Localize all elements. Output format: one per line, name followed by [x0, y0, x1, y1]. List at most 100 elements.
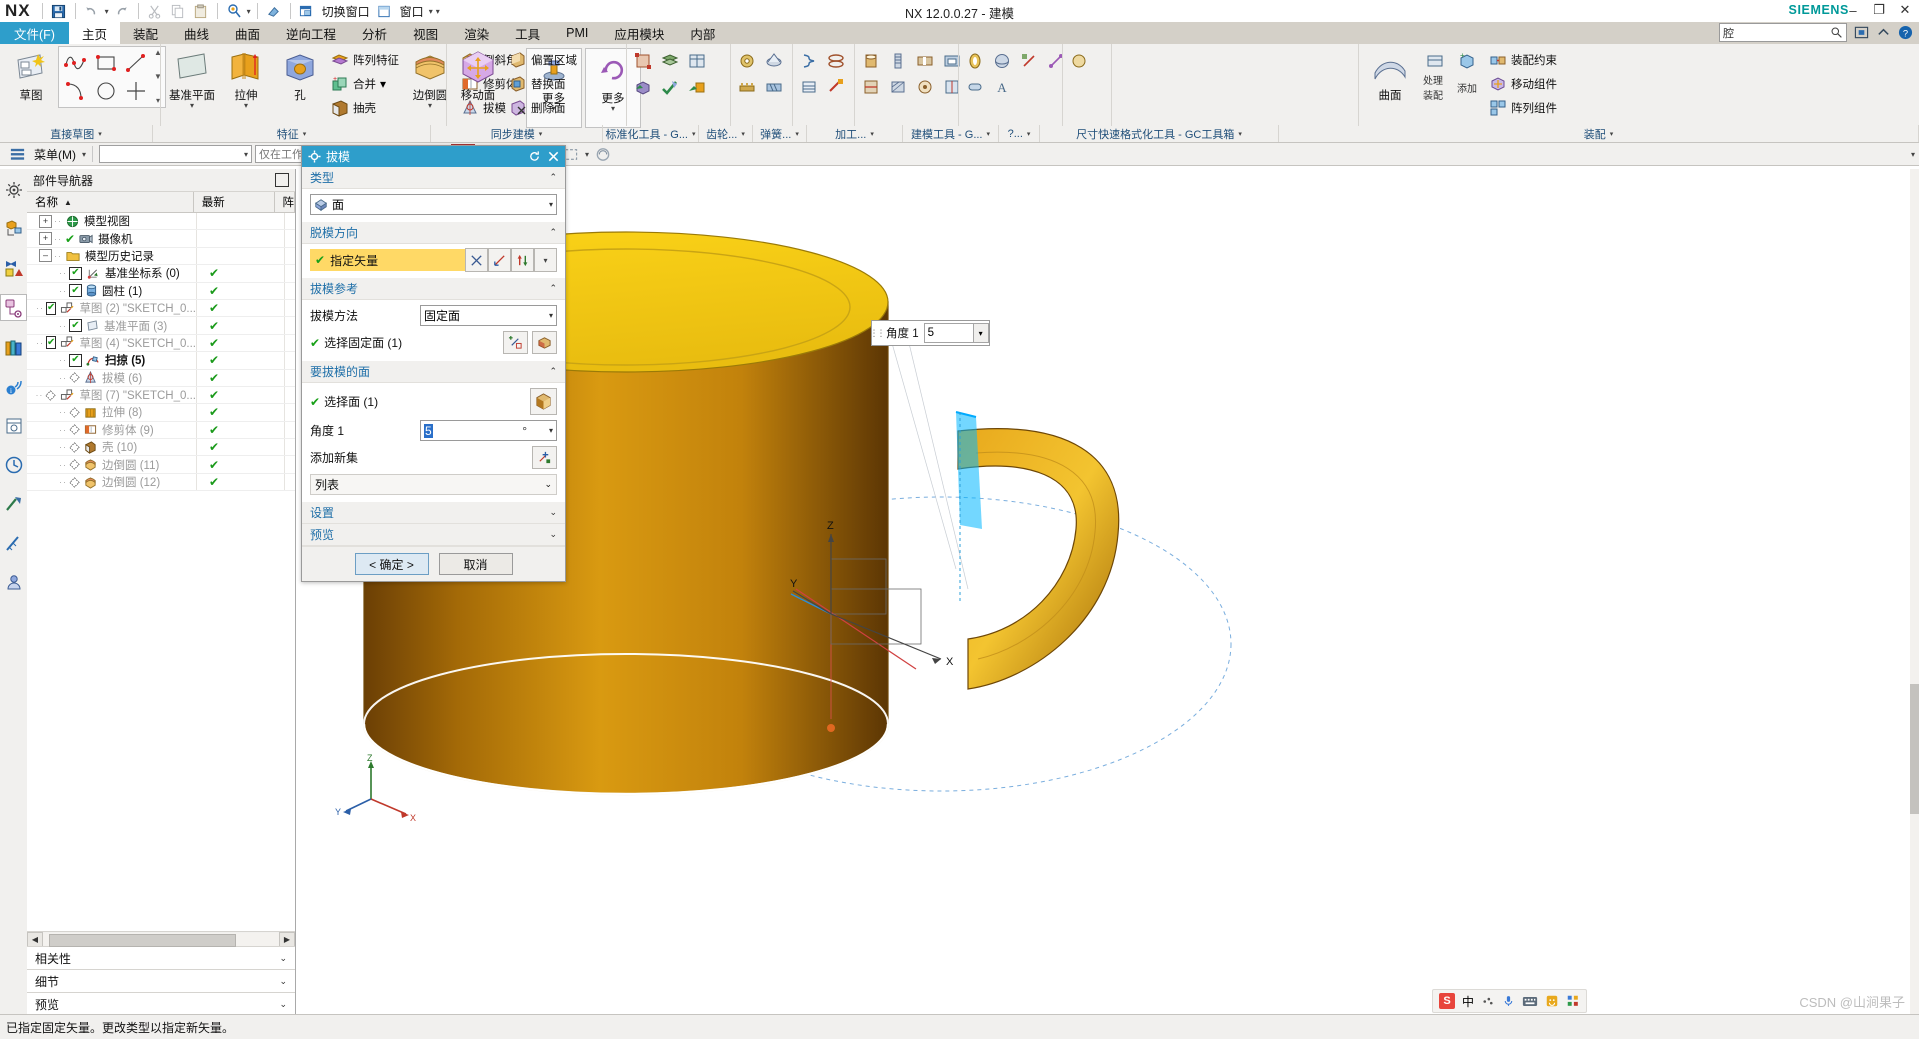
tree-item-name-cell[interactable]: + ·· 模型视图 — [27, 213, 197, 230]
machining-hole-icon[interactable] — [859, 49, 883, 73]
feature-checkbox[interactable] — [69, 353, 82, 367]
hscroll-track[interactable] — [43, 932, 279, 947]
unite-button[interactable]: + 合并 ▾ — [327, 72, 403, 96]
caption-dropdown-icon[interactable]: ▾ — [1238, 130, 1242, 138]
ok-button[interactable]: < 确定 > — [354, 553, 429, 575]
table-row[interactable]: ·· 草图 (2) "SKETCH_0...✔ — [27, 299, 295, 318]
callout-grip-icon[interactable]: ⋮⋮ — [870, 322, 886, 344]
collapse-icon[interactable]: – — [39, 249, 52, 263]
sidebar-item-hd3d[interactable]: i — [1, 374, 26, 399]
misc-tool-icon[interactable] — [1067, 49, 1091, 73]
sidebar-item-role[interactable] — [1, 177, 26, 202]
tab-reverse-engineering[interactable]: 逆向工程 — [273, 22, 349, 44]
section-dependencies[interactable]: 相关性 ⌄ — [27, 946, 295, 969]
marquee-dropdown-icon[interactable]: ▾ — [585, 150, 589, 159]
ime-tools-icon[interactable] — [1481, 995, 1495, 1008]
tab-surface[interactable]: 曲面 — [222, 22, 273, 44]
circle-tool[interactable] — [91, 77, 121, 105]
sidebar-item-history[interactable] — [1, 452, 26, 477]
modeling-sphere-icon[interactable] — [990, 49, 1014, 73]
ime-toolbar[interactable]: S 中 — [1431, 989, 1587, 1013]
face-select-button[interactable] — [532, 331, 557, 354]
part-navigator-hscrollbar[interactable]: ◀ ▶ — [27, 931, 295, 947]
ime-mode-label[interactable]: 中 — [1462, 993, 1474, 1010]
tree-item-name-cell[interactable]: ·· 基准平面 (3) — [27, 317, 197, 334]
caption-dropdown-icon[interactable]: ▾ — [1027, 130, 1031, 138]
tree-item-name-cell[interactable]: ·· 拉伸 (8) — [27, 404, 197, 421]
table-row[interactable]: + ·· 模型视图 — [27, 213, 295, 231]
machining-relief-icon[interactable] — [859, 75, 883, 99]
section-type-header[interactable]: 类型 ⌃ — [302, 167, 565, 189]
vector-constructor-button[interactable] — [465, 248, 488, 272]
spring-disc-icon[interactable] — [824, 49, 848, 73]
gear-bevel-icon[interactable] — [762, 49, 786, 73]
section-settings-header[interactable]: 设置 ⌄ — [302, 502, 565, 524]
tab-assembly[interactable]: 装配 — [120, 22, 171, 44]
specify-vector-field[interactable]: ✔ 指定矢量 — [310, 249, 465, 271]
gc-check-icon[interactable] — [658, 75, 682, 99]
pattern-component-button[interactable]: 阵列组件 — [1485, 96, 1561, 120]
surface-button[interactable]: 曲面 — [1363, 46, 1417, 105]
feature-checkbox[interactable] — [69, 266, 82, 280]
gear-rack-icon[interactable] — [735, 75, 759, 99]
tab-pmi[interactable]: PMI — [553, 22, 601, 44]
caption-dropdown-icon[interactable]: ▾ — [870, 130, 874, 138]
table-row[interactable]: + ·· ✔ 摄像机 — [27, 230, 295, 248]
add-new-set-button[interactable] — [532, 446, 557, 469]
restore-button[interactable]: ❐ — [1871, 2, 1887, 18]
viewport-vscrollbar[interactable] — [1910, 169, 1919, 1015]
gear-cylindrical-icon[interactable] — [735, 49, 759, 73]
feature-suppress-diamond[interactable] — [69, 372, 80, 383]
close-icon[interactable] — [546, 150, 560, 164]
gc-layer-icon[interactable] — [658, 49, 682, 73]
modeling-split-icon[interactable] — [1017, 49, 1041, 73]
section-draw-direction-header[interactable]: 脱模方向 ⌃ — [302, 222, 565, 244]
angle-callout[interactable]: ⋮⋮ 角度 1 5 ▾ — [870, 320, 990, 346]
tab-view[interactable]: 视图 — [400, 22, 451, 44]
feature-suppress-diamond[interactable] — [69, 476, 80, 488]
caption-dropdown-icon[interactable]: ▾ — [986, 130, 990, 138]
mic-icon[interactable] — [1502, 994, 1515, 1008]
section-preview-header[interactable]: 预览 ⌄ — [302, 524, 565, 546]
tree-item-name-cell[interactable]: ·· 草图 (7) "SKETCH_0... — [27, 386, 197, 404]
tree-item-name-cell[interactable]: ·· 壳 (10) — [27, 439, 197, 456]
command-search-input[interactable]: 腔 — [1719, 23, 1847, 42]
section-preview[interactable]: 预览 ⌄ — [27, 992, 295, 1015]
menu-button[interactable]: 菜单(M) — [31, 146, 79, 163]
chevron-down-icon[interactable]: ▾ — [549, 426, 553, 435]
tree-item-name-cell[interactable]: ·· 草图 (4) "SKETCH_0... — [27, 334, 197, 352]
feature-checkbox[interactable] — [69, 284, 82, 298]
angle-callout-dropdown-icon[interactable]: ▾ — [973, 323, 989, 343]
datum-plane-button[interactable]: 基准平面 ▾ — [165, 46, 219, 111]
tree-item-name-cell[interactable]: ·· 草图 (2) "SKETCH_0... — [27, 299, 197, 317]
full-screen-icon[interactable] — [1853, 25, 1869, 41]
table-row[interactable]: ·· 拔模 (6) ✔ — [27, 369, 295, 387]
process-assembly-icon[interactable] — [1423, 49, 1447, 73]
spline-tool[interactable] — [61, 49, 91, 77]
modeling-text-icon[interactable]: A — [990, 75, 1014, 99]
assembly-constraint-button[interactable]: 装配约束 — [1485, 48, 1561, 72]
tree-item-name-cell[interactable]: + ·· ✔ 摄像机 — [27, 230, 197, 247]
unite-dropdown-icon[interactable]: ▾ — [380, 77, 386, 91]
expand-icon[interactable]: + — [39, 214, 52, 228]
replace-face-button[interactable]: 替换面 — [505, 72, 581, 96]
scroll-right-icon[interactable]: ▶ — [279, 931, 295, 947]
tree-item-name-cell[interactable]: ·· 边倒圆 (12) — [27, 473, 197, 491]
table-row[interactable]: ·· 基准坐标系 (0) ✔ — [27, 265, 295, 283]
machining-thread-icon[interactable] — [886, 49, 910, 73]
tab-file[interactable]: 文件(F) — [0, 22, 69, 44]
caption-dropdown-icon[interactable]: ▾ — [741, 130, 745, 138]
expand-icon[interactable]: + — [39, 232, 52, 246]
angle-input[interactable]: 5 ° ▾ — [420, 420, 557, 441]
table-row[interactable]: ·· 边倒圆 (12) ✔ — [27, 473, 295, 492]
feature-checkbox[interactable] — [46, 336, 57, 350]
vscroll-thumb[interactable] — [1910, 684, 1919, 814]
minimize-button[interactable]: – — [1845, 2, 1861, 18]
table-row[interactable]: ·· 草图 (7) "SKETCH_0... ✔ — [27, 386, 295, 405]
tab-curve[interactable]: 曲线 — [171, 22, 222, 44]
gc-attribute-icon[interactable] — [631, 49, 655, 73]
quick-pick-icon[interactable] — [592, 145, 614, 164]
caption-dropdown-icon[interactable]: ▾ — [539, 130, 543, 138]
datum-plane-dropdown-icon[interactable]: ▾ — [190, 102, 194, 110]
spring-tool-icon[interactable] — [824, 75, 848, 99]
